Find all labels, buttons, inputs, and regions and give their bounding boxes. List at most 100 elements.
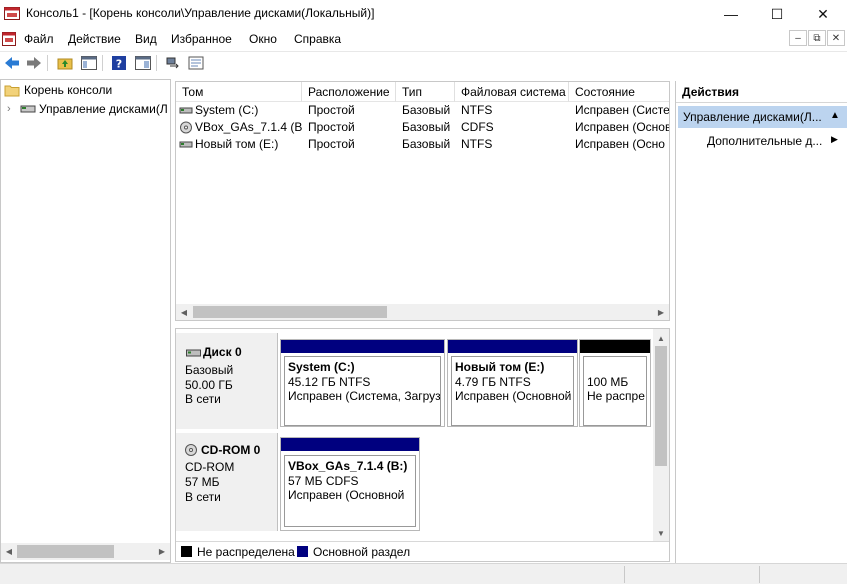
disk-icon — [186, 347, 202, 357]
menu-action[interactable]: Действие — [68, 32, 121, 46]
partition-vbox-gas-b[interactable]: VBox_GAs_7.1.4 (B:) 57 МБ CDFS Исправен … — [280, 437, 420, 531]
cell-layout: Простой — [308, 137, 355, 151]
partition-title: Новый том (E:) — [455, 360, 545, 374]
folder-icon — [4, 83, 20, 97]
partition-status: Не распре — [587, 389, 645, 403]
expand-chevron-icon[interactable]: › — [7, 103, 19, 115]
properties-icon[interactable] — [186, 54, 206, 72]
column-header-type[interactable]: Тип — [396, 82, 455, 102]
cell-type: Базовый — [402, 103, 451, 117]
partition-system-c[interactable]: System (C:) 45.12 ГБ NTFS Исправен (Сист… — [280, 339, 445, 427]
actions-section-label: Управление дисками(Л... — [683, 110, 822, 124]
table-row[interactable]: Новый том (E:) Простой Базовый NTFS Испр… — [176, 136, 669, 153]
toolbar-separator — [102, 55, 103, 71]
partition-size: 4.79 ГБ NTFS — [455, 374, 531, 389]
child-restore-button[interactable]: ⧉ — [808, 30, 826, 46]
tree-item-disk-management[interactable]: › Управление дисками(Л — [1, 100, 170, 118]
tree-hscroll-thumb[interactable] — [17, 545, 114, 558]
cell-filesystem: NTFS — [461, 137, 493, 151]
scroll-right-arrow-icon[interactable]: ▶ — [653, 304, 669, 320]
disk-size: 50.00 ГБ — [185, 377, 233, 392]
column-header-layout[interactable]: Расположение — [302, 82, 396, 102]
cell-status: Исправен (Осно — [575, 137, 665, 151]
cdrom-0-label[interactable]: CD-ROM 0 CD-ROM 57 МБ В сети — [176, 433, 278, 531]
menu-file[interactable]: Файл — [24, 32, 54, 46]
column-header-volume[interactable]: Том — [176, 82, 302, 102]
cell-volume-name: Новый том (E:) — [195, 137, 279, 151]
volume-icon — [179, 136, 193, 153]
table-row[interactable]: VBox_GAs_7.1.4 (B:) Простой Базовый CDFS… — [176, 119, 669, 136]
partition-title: VBox_GAs_7.1.4 (B:) — [288, 459, 408, 473]
table-row[interactable]: System (C:) Простой Базовый NTFS Исправе… — [176, 102, 669, 119]
column-header-status[interactable]: Состояние — [569, 82, 669, 102]
partition-status: Исправен (Система, Загруз — [288, 389, 441, 403]
cell-volume-name: System (C:) — [195, 103, 259, 117]
cell-layout: Простой — [308, 103, 355, 117]
back-icon[interactable] — [2, 54, 22, 72]
legend-swatch-primary — [297, 546, 308, 557]
partition-status: Исправен (Основной — [288, 488, 405, 502]
show-hide-tree-icon[interactable] — [79, 54, 99, 72]
column-header-filesystem[interactable]: Файловая система — [455, 82, 569, 102]
svg-text:?: ? — [116, 58, 122, 71]
partition-status: Исправен (Основной — [455, 389, 572, 403]
scroll-left-arrow-icon[interactable]: ◀ — [1, 543, 17, 560]
partition-color-bar — [281, 340, 444, 353]
window-title: Консоль1 - [Корень консоли\Управление ди… — [26, 6, 375, 20]
cdrom-icon — [184, 443, 200, 457]
disk-graphical-view: Диск 0 Базовый 50.00 ГБ В сети System (C… — [175, 328, 670, 562]
disk-size: 57 МБ — [185, 475, 220, 489]
partition-new-volume-e[interactable]: Новый том (E:) 4.79 ГБ NTFS Исправен (Ос… — [447, 339, 578, 427]
volume-icon — [179, 102, 193, 119]
help-icon[interactable]: ? — [109, 54, 129, 72]
submenu-arrow-icon: ▶ — [831, 134, 838, 144]
actions-section-disk-management[interactable]: Управление дисками(Л... ▲ — [678, 106, 847, 128]
disk-type: Базовый — [185, 363, 234, 377]
title-bar: Консоль1 - [Корень консоли\Управление ди… — [0, 0, 847, 28]
child-close-button[interactable]: ✕ — [827, 30, 845, 46]
partition-size: 45.12 ГБ NTFS — [288, 374, 371, 389]
collapse-up-icon[interactable]: ▲ — [830, 110, 840, 121]
scroll-right-arrow-icon[interactable]: ▶ — [154, 543, 170, 560]
tree-root-label: Корень консоли — [24, 83, 113, 97]
menu-help[interactable]: Справка — [294, 32, 341, 46]
disk-state: В сети — [185, 490, 221, 504]
menu-favorites[interactable]: Избранное — [171, 32, 232, 46]
partition-unallocated[interactable]: 100 МБ Не распре — [579, 339, 651, 427]
disk-name: CD-ROM 0 — [201, 443, 261, 457]
disk-vscroll-thumb[interactable] — [655, 346, 667, 466]
menu-window[interactable]: Окно — [249, 32, 277, 46]
actions-item-more[interactable]: Дополнительные д... ▶ — [678, 130, 847, 152]
disk-0-label[interactable]: Диск 0 Базовый 50.00 ГБ В сети — [176, 333, 278, 429]
console-menu-icon[interactable] — [2, 32, 16, 46]
mmc-window: Консоль1 - [Корень консоли\Управление ди… — [0, 0, 847, 584]
cell-filesystem: CDFS — [461, 120, 494, 134]
maximize-button[interactable]: ☐ — [754, 0, 800, 28]
connect-icon[interactable] — [163, 54, 183, 72]
app-icon[interactable] — [4, 6, 20, 21]
close-button[interactable]: ✕ — [800, 0, 846, 28]
cell-status: Исправен (Основ — [575, 120, 669, 134]
list-hscroll-thumb[interactable] — [193, 306, 387, 318]
tree-item-root[interactable]: Корень консоли — [1, 81, 170, 99]
legend-label-primary: Основной раздел — [313, 545, 411, 559]
up-folder-icon[interactable] — [55, 54, 75, 72]
disk-management-icon — [19, 102, 37, 116]
cell-type: Базовый — [402, 137, 451, 151]
status-divider — [759, 566, 760, 583]
scroll-down-arrow-icon[interactable]: ▼ — [653, 526, 669, 540]
status-bar — [0, 563, 847, 584]
forward-icon[interactable] — [24, 54, 44, 72]
actions-title: Действия — [682, 85, 740, 99]
disk-type: CD-ROM — [185, 460, 235, 474]
view-icon[interactable] — [133, 54, 153, 72]
child-minimize-button[interactable]: – — [789, 30, 807, 46]
volume-list: Том Расположение Тип Файловая система Со… — [175, 81, 670, 321]
partition-title — [587, 360, 643, 375]
scroll-up-arrow-icon[interactable]: ▲ — [653, 331, 669, 345]
menu-view[interactable]: Вид — [135, 32, 157, 46]
actions-pane: Действия Управление дисками(Л... ▲ Допол… — [675, 81, 847, 563]
scroll-left-arrow-icon[interactable]: ◀ — [176, 304, 192, 320]
cell-status: Исправен (Систе — [575, 103, 669, 117]
minimize-button[interactable]: — — [708, 0, 754, 28]
